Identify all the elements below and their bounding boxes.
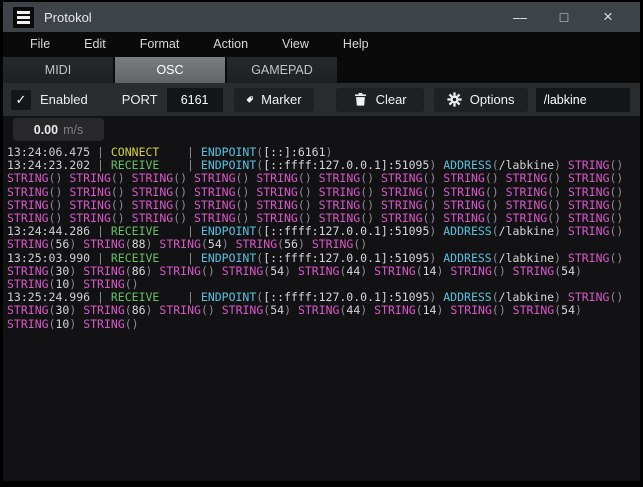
tag-icon [246, 96, 253, 103]
options-button[interactable]: Options [433, 87, 528, 112]
clear-label: Clear [375, 92, 407, 107]
app-window: Protokol — □ × File Edit Format Action V… [0, 0, 643, 487]
menu-bar: File Edit Format Action View Help [3, 32, 640, 55]
tab-osc[interactable]: OSC [115, 57, 225, 83]
log-panel: 0.00 m/s 13:24:06.475 | CONNECT | ENDPOI… [3, 116, 640, 481]
options-label: Options [469, 92, 515, 107]
title-bar: Protokol — □ × [3, 2, 640, 32]
enabled-checkbox[interactable]: ✓ [11, 89, 31, 110]
minimize-button[interactable]: — [498, 9, 542, 25]
speed-display: 0.00 m/s [13, 118, 104, 141]
close-button[interactable]: × [586, 7, 630, 27]
window-title: Protokol [44, 9, 92, 25]
menu-item-help[interactable]: Help [334, 35, 378, 53]
menu-item-action[interactable]: Action [204, 35, 257, 53]
marker-label: Marker [261, 92, 302, 107]
osc-address-input[interactable] [535, 87, 630, 112]
trash-icon [354, 92, 366, 106]
gear-icon [447, 92, 462, 107]
tab-bar: MIDI OSC GAMEPAD [3, 55, 640, 83]
port-input[interactable] [166, 87, 223, 112]
log-view[interactable]: 13:24:06.475 | CONNECT | ENDPOINT([::]:6… [3, 145, 640, 331]
speed-value: 0.00 [33, 122, 59, 137]
hamburger-icon [13, 6, 34, 28]
maximize-button[interactable]: □ [542, 9, 586, 25]
port-label: PORT [121, 92, 158, 107]
menu-item-file[interactable]: File [21, 35, 59, 53]
toolbar: ✓ Enabled PORT Marker Clear Options [3, 83, 640, 116]
checkmark-icon: ✓ [15, 91, 27, 107]
log-line: STRING(10) STRING() [7, 316, 139, 331]
speed-unit: m/s [63, 122, 84, 137]
enabled-label: Enabled [40, 92, 88, 107]
menu-item-view[interactable]: View [273, 35, 318, 53]
tab-gamepad[interactable]: GAMEPAD [227, 57, 337, 83]
marker-button[interactable]: Marker [233, 87, 314, 112]
menu-item-format[interactable]: Format [131, 35, 189, 53]
menu-item-edit[interactable]: Edit [75, 35, 115, 53]
clear-button[interactable]: Clear [335, 87, 424, 112]
tab-midi[interactable]: MIDI [3, 57, 113, 83]
